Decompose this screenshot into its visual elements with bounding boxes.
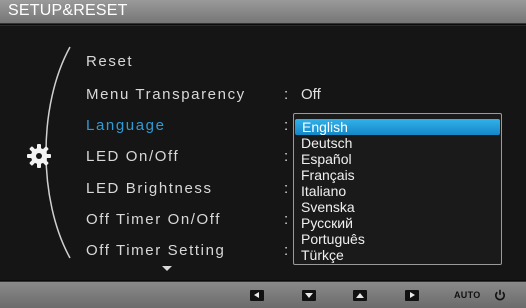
led-on-off-colon: :	[284, 148, 289, 165]
language-option[interactable]: Svenska	[294, 199, 501, 215]
power-icon[interactable]	[494, 289, 506, 301]
language-option[interactable]: Italiano	[294, 183, 501, 199]
menu-item-off-timer-on-off[interactable]: Off Timer On/Off	[86, 211, 221, 228]
language-option[interactable]: Español	[294, 151, 501, 167]
language-colon: :	[284, 117, 289, 134]
menu-item-reset[interactable]: Reset	[86, 53, 133, 70]
menu-item-off-timer-setting[interactable]: Off Timer Setting	[86, 242, 225, 259]
language-option[interactable]: Deutsch	[294, 135, 501, 151]
led-brightness-colon: :	[284, 180, 289, 197]
left-arrow-icon	[254, 292, 259, 298]
title-bar: SETUP&RESET	[0, 0, 526, 24]
chevron-down-icon[interactable]	[162, 266, 172, 271]
menu-title: SETUP&RESET	[8, 2, 128, 19]
off-timer-on-off-colon: :	[284, 211, 289, 228]
enter-button[interactable]	[405, 290, 419, 301]
up-arrow-button[interactable]	[353, 290, 367, 301]
menu-item-led-brightness[interactable]: LED Brightness	[86, 180, 213, 197]
menu-transparency-value: Off	[301, 86, 321, 103]
off-timer-setting-colon: :	[284, 242, 289, 259]
language-option[interactable]: Français	[294, 167, 501, 183]
down-arrow-button[interactable]	[302, 290, 316, 301]
down-arrow-icon	[305, 293, 313, 298]
menu-item-menu-transparency[interactable]: Menu Transparency	[86, 86, 246, 103]
language-option[interactable]: Türkçe	[294, 247, 501, 263]
menu-item-led-on-off[interactable]: LED On/Off	[86, 148, 179, 165]
menu-item-language[interactable]: Language	[86, 117, 166, 134]
language-option[interactable]: English	[295, 119, 500, 135]
enter-icon	[410, 292, 415, 298]
button-guide-bar: AUTO	[0, 281, 526, 308]
auto-button[interactable]: AUTO	[454, 290, 481, 300]
left-arrow-button[interactable]	[250, 290, 264, 301]
menu-transparency-colon: :	[284, 86, 289, 103]
gear-icon	[27, 144, 51, 168]
language-dropdown[interactable]: English Deutsch Español Français Italian…	[293, 113, 502, 265]
language-option[interactable]: Русский	[294, 215, 501, 231]
language-option[interactable]: Português	[294, 231, 501, 247]
up-arrow-icon	[356, 293, 364, 298]
